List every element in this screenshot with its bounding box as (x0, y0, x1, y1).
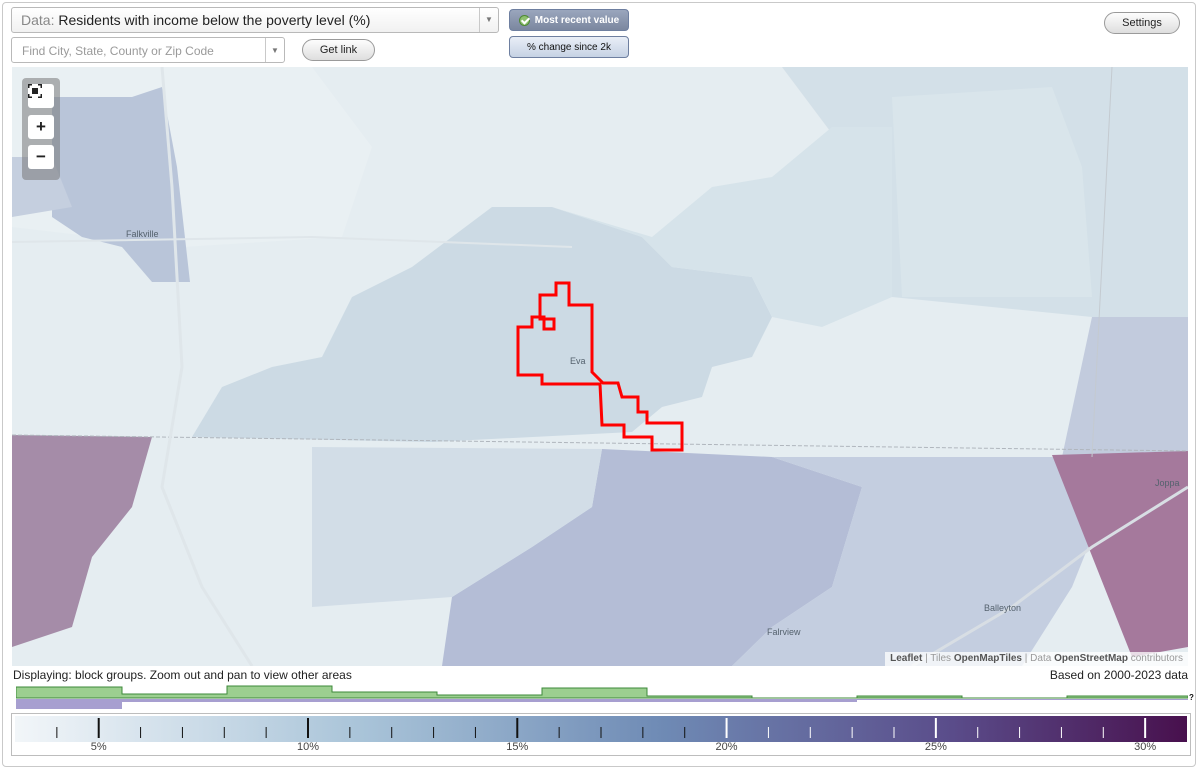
location-search[interactable]: ▼ (11, 37, 285, 63)
attribution-leaflet-link[interactable]: Leaflet (890, 653, 922, 664)
attribution-tiles-link[interactable]: OpenMapTiles (954, 653, 1022, 664)
percent-change-toggle[interactable]: % change since 2k (509, 36, 629, 58)
fullscreen-button[interactable] (28, 84, 54, 108)
zoom-out-button[interactable]: − (28, 145, 54, 169)
attribution-text: contributors (1127, 653, 1183, 664)
chevron-down-icon[interactable]: ▼ (479, 8, 498, 32)
legend-tick-label: 25% (924, 741, 947, 753)
attribution-osm-link[interactable]: OpenStreetMap (1054, 653, 1128, 664)
settings-button[interactable]: Settings (1104, 12, 1180, 34)
color-legend: 5% 10% 15% 20% 25% 30% (11, 713, 1191, 756)
data-selector[interactable]: Data: Residents with income below the po… (11, 7, 499, 33)
help-icon[interactable]: ? (1189, 693, 1194, 702)
legend-tick-label: 20% (715, 741, 738, 753)
fullscreen-icon (28, 84, 42, 98)
place-label-falkville: Falkville (126, 229, 159, 239)
legend-scale (15, 716, 1187, 742)
legend-tick-label: 5% (90, 741, 107, 753)
get-link-button[interactable]: Get link (302, 39, 375, 61)
data-selector-value: Residents with income below the poverty … (58, 12, 371, 28)
attribution-text: | Data (1022, 653, 1055, 664)
check-icon (518, 14, 530, 26)
attribution-text: | Tiles (922, 653, 954, 664)
most-recent-value-label: Most recent value (534, 14, 620, 26)
place-label-eva: Eva (570, 356, 586, 366)
display-level-note: Displaying: block groups. Zoom out and p… (13, 668, 352, 682)
chevron-down-icon[interactable]: ▼ (265, 38, 284, 62)
distribution-histogram (16, 685, 1188, 709)
percent-change-label: % change since 2k (527, 41, 611, 53)
map-view[interactable]: Falkville Eva Joppa Falrview Balleyton +… (12, 67, 1188, 666)
legend-tick-label: 10% (296, 741, 320, 753)
place-label-joppa: Joppa (1155, 478, 1180, 488)
data-range-note: Based on 2000-2023 data (1049, 668, 1188, 682)
map-canvas (12, 67, 1188, 666)
place-label-balleyton: Balleyton (984, 603, 1022, 613)
map-attribution: Leaflet | Tiles OpenMapTiles | Data Open… (885, 652, 1188, 666)
legend-tick-label: 30% (1134, 741, 1157, 753)
data-selector-label: Data: (21, 12, 55, 28)
place-label-fairview: Falrview (767, 627, 801, 637)
search-input[interactable] (20, 39, 264, 63)
legend-tick-label: 15% (506, 741, 529, 753)
zoom-controls: + − (22, 78, 60, 180)
zoom-in-button[interactable]: + (28, 115, 54, 139)
most-recent-value-toggle[interactable]: Most recent value (509, 9, 629, 31)
